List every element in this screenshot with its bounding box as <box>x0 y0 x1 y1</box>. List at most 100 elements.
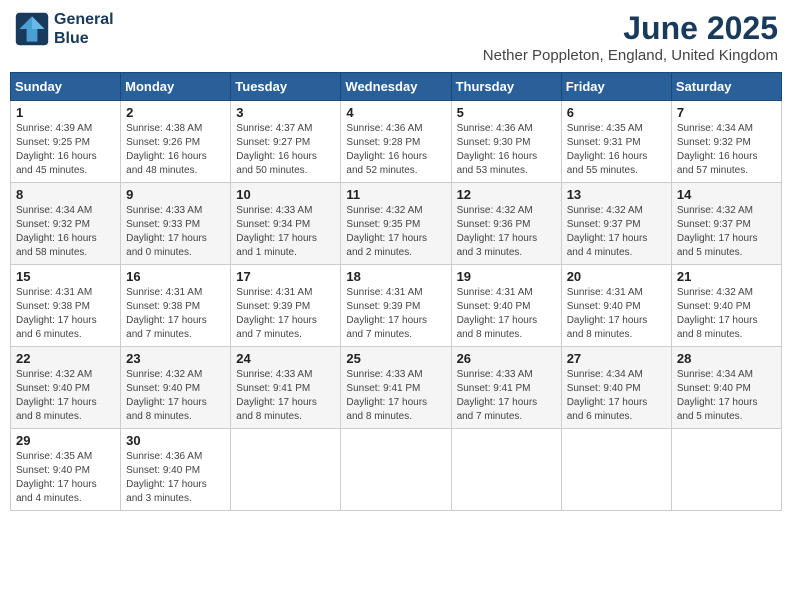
calendar-cell: 25 Sunrise: 4:33 AM Sunset: 9:41 PM Dayl… <box>341 347 451 429</box>
day-info: Sunrise: 4:31 AM Sunset: 9:40 PM Dayligh… <box>567 286 666 342</box>
day-number: 15 <box>16 269 115 284</box>
calendar-cell: 18 Sunrise: 4:31 AM Sunset: 9:39 PM Dayl… <box>341 265 451 347</box>
day-number: 14 <box>677 187 776 202</box>
day-info: Sunrise: 4:31 AM Sunset: 9:39 PM Dayligh… <box>346 286 445 342</box>
calendar-cell: 26 Sunrise: 4:33 AM Sunset: 9:41 PM Dayl… <box>451 347 561 429</box>
calendar-cell: 3 Sunrise: 4:37 AM Sunset: 9:27 PM Dayli… <box>231 101 341 183</box>
calendar-cell: 2 Sunrise: 4:38 AM Sunset: 9:26 PM Dayli… <box>121 101 231 183</box>
col-header-sunday: Sunday <box>11 73 121 101</box>
calendar-cell: 29 Sunrise: 4:35 AM Sunset: 9:40 PM Dayl… <box>11 429 121 511</box>
calendar-cell: 8 Sunrise: 4:34 AM Sunset: 9:32 PM Dayli… <box>11 183 121 265</box>
day-number: 2 <box>126 105 225 120</box>
day-info: Sunrise: 4:34 AM Sunset: 9:32 PM Dayligh… <box>16 204 115 260</box>
day-info: Sunrise: 4:32 AM Sunset: 9:37 PM Dayligh… <box>567 204 666 260</box>
day-info: Sunrise: 4:32 AM Sunset: 9:40 PM Dayligh… <box>677 286 776 342</box>
day-number: 20 <box>567 269 666 284</box>
day-number: 1 <box>16 105 115 120</box>
day-number: 11 <box>346 187 445 202</box>
logo: General Blue <box>14 10 114 48</box>
calendar-cell: 28 Sunrise: 4:34 AM Sunset: 9:40 PM Dayl… <box>671 347 781 429</box>
title-block: June 2025 Nether Poppleton, England, Uni… <box>483 10 778 64</box>
calendar-week-1: 1 Sunrise: 4:39 AM Sunset: 9:25 PM Dayli… <box>11 101 782 183</box>
month-title: June 2025 <box>483 10 778 47</box>
calendar-cell: 12 Sunrise: 4:32 AM Sunset: 9:36 PM Dayl… <box>451 183 561 265</box>
calendar-week-5: 29 Sunrise: 4:35 AM Sunset: 9:40 PM Dayl… <box>11 429 782 511</box>
calendar-cell: 15 Sunrise: 4:31 AM Sunset: 9:38 PM Dayl… <box>11 265 121 347</box>
calendar-cell: 11 Sunrise: 4:32 AM Sunset: 9:35 PM Dayl… <box>341 183 451 265</box>
day-number: 30 <box>126 433 225 448</box>
day-info: Sunrise: 4:31 AM Sunset: 9:38 PM Dayligh… <box>16 286 115 342</box>
calendar: SundayMondayTuesdayWednesdayThursdayFrid… <box>10 72 782 511</box>
calendar-cell: 4 Sunrise: 4:36 AM Sunset: 9:28 PM Dayli… <box>341 101 451 183</box>
logo-text: General Blue <box>54 10 114 48</box>
calendar-cell: 13 Sunrise: 4:32 AM Sunset: 9:37 PM Dayl… <box>561 183 671 265</box>
calendar-cell: 17 Sunrise: 4:31 AM Sunset: 9:39 PM Dayl… <box>231 265 341 347</box>
day-info: Sunrise: 4:32 AM Sunset: 9:37 PM Dayligh… <box>677 204 776 260</box>
calendar-cell: 14 Sunrise: 4:32 AM Sunset: 9:37 PM Dayl… <box>671 183 781 265</box>
logo-line2: Blue <box>54 30 89 47</box>
day-info: Sunrise: 4:36 AM Sunset: 9:40 PM Dayligh… <box>126 450 225 506</box>
day-info: Sunrise: 4:33 AM Sunset: 9:41 PM Dayligh… <box>457 368 556 424</box>
day-info: Sunrise: 4:33 AM Sunset: 9:41 PM Dayligh… <box>236 368 335 424</box>
day-number: 25 <box>346 351 445 366</box>
calendar-cell: 30 Sunrise: 4:36 AM Sunset: 9:40 PM Dayl… <box>121 429 231 511</box>
day-info: Sunrise: 4:34 AM Sunset: 9:40 PM Dayligh… <box>567 368 666 424</box>
day-number: 4 <box>346 105 445 120</box>
day-info: Sunrise: 4:35 AM Sunset: 9:31 PM Dayligh… <box>567 122 666 178</box>
day-number: 18 <box>346 269 445 284</box>
day-info: Sunrise: 4:34 AM Sunset: 9:32 PM Dayligh… <box>677 122 776 178</box>
day-number: 10 <box>236 187 335 202</box>
logo-line1: General <box>54 11 114 28</box>
day-number: 16 <box>126 269 225 284</box>
day-number: 3 <box>236 105 335 120</box>
day-info: Sunrise: 4:36 AM Sunset: 9:30 PM Dayligh… <box>457 122 556 178</box>
calendar-week-2: 8 Sunrise: 4:34 AM Sunset: 9:32 PM Dayli… <box>11 183 782 265</box>
calendar-cell: 21 Sunrise: 4:32 AM Sunset: 9:40 PM Dayl… <box>671 265 781 347</box>
col-header-saturday: Saturday <box>671 73 781 101</box>
day-number: 9 <box>126 187 225 202</box>
calendar-cell <box>671 429 781 511</box>
day-number: 22 <box>16 351 115 366</box>
header: General Blue June 2025 Nether Poppleton,… <box>10 10 782 64</box>
day-number: 7 <box>677 105 776 120</box>
col-header-monday: Monday <box>121 73 231 101</box>
day-number: 12 <box>457 187 556 202</box>
day-number: 29 <box>16 433 115 448</box>
calendar-cell: 19 Sunrise: 4:31 AM Sunset: 9:40 PM Dayl… <box>451 265 561 347</box>
day-number: 13 <box>567 187 666 202</box>
day-number: 23 <box>126 351 225 366</box>
calendar-cell: 16 Sunrise: 4:31 AM Sunset: 9:38 PM Dayl… <box>121 265 231 347</box>
calendar-cell: 24 Sunrise: 4:33 AM Sunset: 9:41 PM Dayl… <box>231 347 341 429</box>
col-header-wednesday: Wednesday <box>341 73 451 101</box>
day-info: Sunrise: 4:31 AM Sunset: 9:38 PM Dayligh… <box>126 286 225 342</box>
day-info: Sunrise: 4:39 AM Sunset: 9:25 PM Dayligh… <box>16 122 115 178</box>
calendar-cell: 20 Sunrise: 4:31 AM Sunset: 9:40 PM Dayl… <box>561 265 671 347</box>
day-info: Sunrise: 4:32 AM Sunset: 9:40 PM Dayligh… <box>126 368 225 424</box>
col-header-friday: Friday <box>561 73 671 101</box>
day-number: 8 <box>16 187 115 202</box>
calendar-week-4: 22 Sunrise: 4:32 AM Sunset: 9:40 PM Dayl… <box>11 347 782 429</box>
day-number: 21 <box>677 269 776 284</box>
day-number: 26 <box>457 351 556 366</box>
day-info: Sunrise: 4:37 AM Sunset: 9:27 PM Dayligh… <box>236 122 335 178</box>
calendar-cell: 9 Sunrise: 4:33 AM Sunset: 9:33 PM Dayli… <box>121 183 231 265</box>
calendar-cell: 10 Sunrise: 4:33 AM Sunset: 9:34 PM Dayl… <box>231 183 341 265</box>
calendar-cell: 27 Sunrise: 4:34 AM Sunset: 9:40 PM Dayl… <box>561 347 671 429</box>
day-info: Sunrise: 4:32 AM Sunset: 9:40 PM Dayligh… <box>16 368 115 424</box>
calendar-cell <box>561 429 671 511</box>
calendar-cell: 1 Sunrise: 4:39 AM Sunset: 9:25 PM Dayli… <box>11 101 121 183</box>
day-number: 6 <box>567 105 666 120</box>
day-number: 19 <box>457 269 556 284</box>
calendar-cell: 5 Sunrise: 4:36 AM Sunset: 9:30 PM Dayli… <box>451 101 561 183</box>
day-info: Sunrise: 4:31 AM Sunset: 9:40 PM Dayligh… <box>457 286 556 342</box>
calendar-cell: 6 Sunrise: 4:35 AM Sunset: 9:31 PM Dayli… <box>561 101 671 183</box>
calendar-cell <box>451 429 561 511</box>
calendar-cell <box>341 429 451 511</box>
day-info: Sunrise: 4:35 AM Sunset: 9:40 PM Dayligh… <box>16 450 115 506</box>
calendar-cell: 7 Sunrise: 4:34 AM Sunset: 9:32 PM Dayli… <box>671 101 781 183</box>
location-title: Nether Poppleton, England, United Kingdo… <box>483 47 778 64</box>
day-info: Sunrise: 4:36 AM Sunset: 9:28 PM Dayligh… <box>346 122 445 178</box>
day-number: 24 <box>236 351 335 366</box>
day-info: Sunrise: 4:33 AM Sunset: 9:33 PM Dayligh… <box>126 204 225 260</box>
logo-icon <box>14 11 50 47</box>
